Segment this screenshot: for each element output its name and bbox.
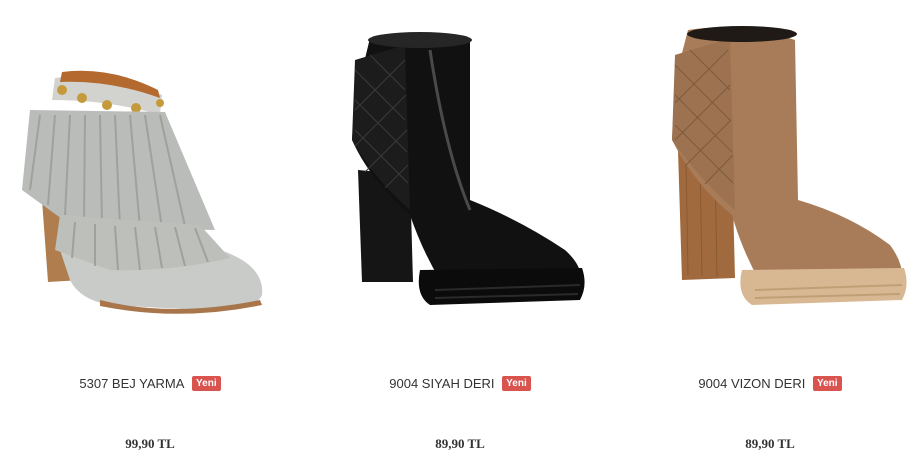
product-price: 89,90 TL [435,436,485,451]
boot-collar [687,26,797,42]
product-price: 89,90 TL [745,436,795,451]
black-quilted-boot-image[interactable] [310,0,610,330]
product-price: 99,90 TL [125,436,175,451]
stud [57,85,67,95]
mink-boot-illustration [672,26,907,305]
product-title-row: 9004 VIZON DERI Yeni [620,375,919,392]
product-card[interactable]: 9004 SIYAH DERI Yeni 89,90 TL [310,0,610,469]
mink-quilted-boot-image[interactable] [620,0,919,330]
product-name[interactable]: 5307 BEJ YARMA [79,376,184,391]
black-boot-illustration [352,32,585,305]
fringe-bootie-image[interactable] [0,0,300,330]
product-title-row: 5307 BEJ YARMA Yeni [0,375,300,392]
stud [77,93,87,103]
fringe-bootie-illustration [22,70,263,314]
product-name[interactable]: 9004 SIYAH DERI [389,376,494,391]
product-grid: 5307 BEJ YARMA Yeni 99,90 TL 9004 SIYAH … [0,0,919,469]
product-card[interactable]: 5307 BEJ YARMA Yeni 99,90 TL [0,0,300,469]
stud [131,103,141,113]
product-title-row: 9004 SIYAH DERI Yeni [310,375,610,392]
new-badge: Yeni [192,376,221,392]
product-card[interactable]: 9004 VIZON DERI Yeni 89,90 TL [620,0,919,469]
stud [102,100,112,110]
new-badge: Yeni [812,376,842,392]
product-name[interactable]: 9004 VIZON DERI [698,376,805,391]
boot-collar [368,32,472,48]
stud [156,99,164,107]
new-badge: Yeni [502,376,531,392]
